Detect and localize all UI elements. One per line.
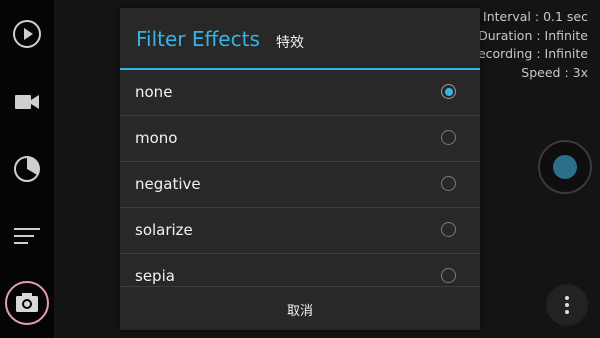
record-button-icon bbox=[553, 155, 577, 179]
info-duration: Duration : Infinite bbox=[478, 27, 588, 43]
option-label: sepia bbox=[135, 267, 175, 285]
play-button[interactable] bbox=[2, 9, 52, 59]
option-sepia[interactable]: sepia bbox=[120, 254, 480, 286]
radio-unchecked-icon[interactable] bbox=[441, 176, 456, 191]
info-speed: Speed : 3x bbox=[521, 64, 588, 80]
cancel-button[interactable]: 取消 bbox=[120, 287, 480, 331]
info-interval: e Interval : 0.1 sec bbox=[471, 9, 588, 24]
radio-unchecked-icon[interactable] bbox=[441, 268, 456, 283]
menu-lines-icon bbox=[14, 228, 40, 244]
option-none[interactable]: none bbox=[120, 70, 480, 116]
camera-mode-button[interactable] bbox=[2, 278, 52, 328]
dialog-header: Filter Effects 特效 bbox=[120, 8, 480, 70]
dialog-footer: 取消 bbox=[120, 286, 480, 331]
option-mono[interactable]: mono bbox=[120, 116, 480, 162]
record-button[interactable] bbox=[538, 140, 592, 194]
radio-unchecked-icon[interactable] bbox=[441, 222, 456, 237]
left-toolbar bbox=[0, 0, 54, 338]
dialog-title: Filter Effects bbox=[136, 27, 260, 51]
radio-unchecked-icon[interactable] bbox=[441, 130, 456, 145]
option-label: negative bbox=[135, 175, 201, 193]
more-vertical-icon bbox=[565, 296, 569, 300]
timer-button[interactable] bbox=[2, 144, 52, 194]
option-negative[interactable]: negative bbox=[120, 162, 480, 208]
option-label: mono bbox=[135, 129, 178, 147]
pie-timer-icon bbox=[14, 156, 40, 182]
camera-icon bbox=[5, 281, 49, 325]
filter-options-list: none mono negative solarize sepia bbox=[120, 70, 480, 286]
more-options-button[interactable] bbox=[546, 284, 588, 326]
option-solarize[interactable]: solarize bbox=[120, 208, 480, 254]
filter-effects-dialog: Filter Effects 特效 none mono negative sol… bbox=[120, 8, 480, 330]
dialog-subtitle: 特效 bbox=[276, 35, 304, 51]
video-camera-icon bbox=[15, 95, 39, 109]
option-label: solarize bbox=[135, 221, 193, 239]
capture-info-panel: e Interval : 0.1 sec Duration : Infinite… bbox=[470, 8, 588, 82]
video-mode-button[interactable] bbox=[2, 77, 52, 127]
radio-checked-icon[interactable] bbox=[441, 84, 456, 99]
info-recording: Recording : Infinite bbox=[469, 46, 588, 61]
option-label: none bbox=[135, 83, 173, 101]
settings-list-button[interactable] bbox=[2, 211, 52, 261]
play-icon bbox=[13, 20, 41, 48]
